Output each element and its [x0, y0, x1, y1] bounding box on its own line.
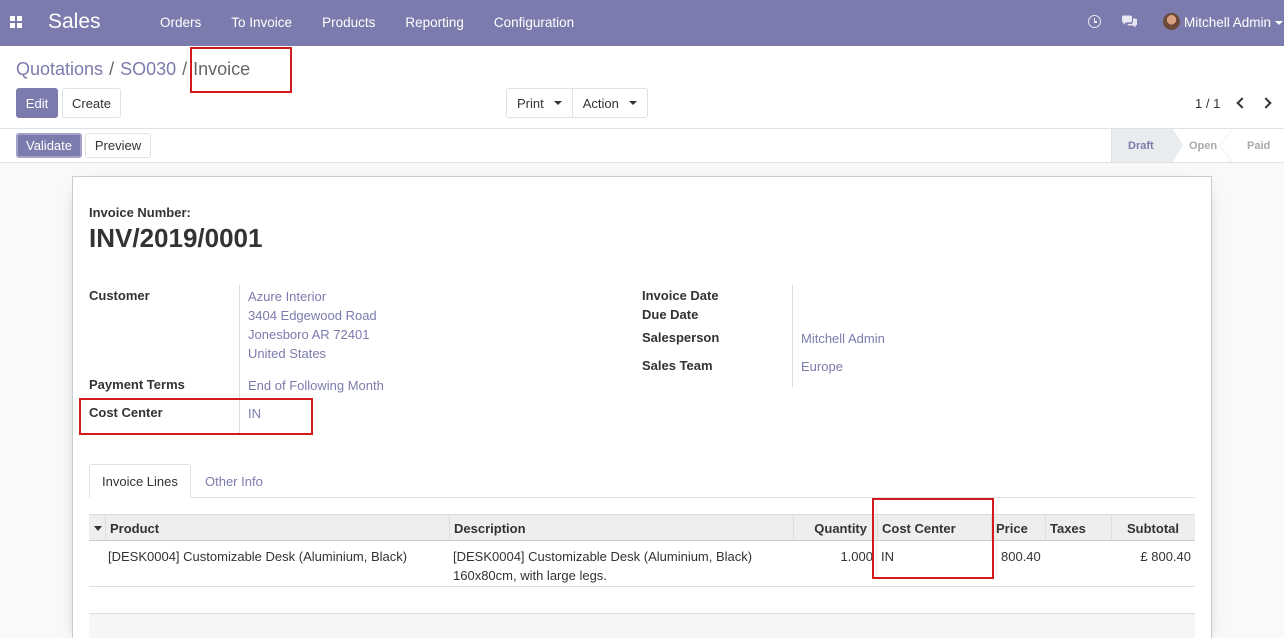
due-date-label: Due Date [642, 307, 699, 322]
menu-orders[interactable]: Orders [160, 15, 201, 30]
invoice-form-sheet: Invoice Number: INV/2019/0001 Customer A… [72, 176, 1212, 638]
breadcrumb-so030[interactable]: SO030 [120, 59, 176, 80]
cell-product: [DESK0004] Customizable Desk (Aluminium,… [108, 549, 408, 564]
menu-configuration[interactable]: Configuration [494, 15, 574, 30]
customer-city: Jonesboro AR 72401 [248, 327, 370, 342]
col-quantity[interactable]: Quantity [793, 515, 877, 541]
app-name[interactable]: Sales [48, 10, 101, 34]
table-row[interactable]: [DESK0004] Customizable Desk (Aluminium,… [89, 541, 1195, 587]
col-subtotal[interactable]: Subtotal [1111, 515, 1195, 541]
apps-menu-icon[interactable] [10, 16, 23, 28]
customer-address[interactable]: Azure Interior 3404 Edgewood Road Jonesb… [248, 287, 377, 363]
print-label: Print [517, 95, 544, 111]
form-statusbar: Validate Preview Draft Open Paid [0, 129, 1284, 163]
payment-terms-label: Payment Terms [89, 377, 185, 392]
caret-down-icon [553, 101, 562, 105]
label-divider [792, 285, 793, 387]
cell-subtotal: £ 800.40 [1140, 549, 1191, 564]
invoice-date-label: Invoice Date [642, 288, 719, 303]
highlight-box-breadcrumb [190, 47, 292, 93]
preview-button[interactable]: Preview [85, 133, 151, 158]
breadcrumb-separator: / [182, 59, 188, 79]
cell-price: 800.40 [1001, 549, 1041, 564]
action-dropdown[interactable]: Action [571, 89, 647, 117]
table-footer [89, 613, 1195, 638]
chevron-right-icon [1260, 97, 1272, 109]
sort-caret-icon[interactable] [94, 526, 102, 531]
menu-reporting[interactable]: Reporting [405, 15, 464, 30]
invoice-number-label: Invoice Number: [89, 205, 191, 220]
validate-button[interactable]: Validate [16, 133, 82, 158]
customer-country: United States [248, 346, 327, 361]
status-stages: Draft Open Paid [1111, 129, 1284, 162]
highlight-box-cost-center-column [872, 498, 994, 579]
action-button-group: Print Action [506, 88, 648, 118]
breadcrumb-separator: / [109, 59, 115, 79]
action-label: Action [582, 95, 619, 111]
highlight-box-cost-center [79, 398, 313, 435]
user-avatar[interactable] [1163, 13, 1180, 30]
col-price[interactable]: Price [991, 515, 1045, 541]
description-line-2: 160x80cm, with large legs. [453, 568, 607, 583]
pager-next-button[interactable] [1260, 96, 1275, 110]
sales-team-value[interactable]: Europe [801, 357, 843, 376]
print-dropdown[interactable]: Print [507, 89, 572, 117]
edit-button[interactable]: Edit [16, 88, 58, 118]
tab-other-info[interactable]: Other Info [193, 464, 275, 498]
pager-previous-button[interactable] [1234, 96, 1248, 110]
table-empty-row [89, 587, 1195, 613]
customer-name[interactable]: Azure Interior [248, 287, 377, 306]
cell-quantity: 1.000 [840, 549, 873, 564]
invoice-lines-table: Product Description Quantity Cost Center… [89, 514, 1195, 613]
caret-down-icon [628, 101, 637, 105]
chat-icon[interactable] [1121, 15, 1138, 28]
breadcrumb-quotations[interactable]: Quotations [16, 59, 103, 80]
table-header: Product Description Quantity Cost Center… [89, 514, 1195, 541]
salesperson-label: Salesperson [642, 330, 720, 345]
col-product[interactable]: Product [105, 515, 449, 541]
sales-team-label: Sales Team [642, 358, 713, 373]
activity-clock-icon[interactable] [1088, 15, 1101, 28]
tab-invoice-lines[interactable]: Invoice Lines [89, 464, 191, 498]
top-navbar: Sales Orders To Invoice Products Reporti… [0, 0, 1284, 46]
customer-label: Customer [89, 288, 150, 303]
stage-draft: Draft [1111, 129, 1183, 162]
menu-products[interactable]: Products [322, 15, 375, 30]
stage-paid: Paid [1247, 139, 1271, 152]
create-button[interactable]: Create [62, 88, 121, 118]
menu-to-invoice[interactable]: To Invoice [231, 15, 292, 30]
cell-description: [DESK0004] Customizable Desk (Aluminium,… [453, 547, 752, 585]
customer-street: 3404 Edgewood Road [248, 308, 377, 323]
pager-value[interactable]: 1 / 1 [1195, 96, 1220, 111]
chevron-left-icon [1236, 97, 1248, 109]
invoice-number: INV/2019/0001 [89, 223, 263, 253]
col-taxes[interactable]: Taxes [1045, 515, 1111, 541]
user-menu-caret-icon[interactable] [1275, 21, 1283, 25]
col-description[interactable]: Description [449, 515, 793, 541]
user-menu-name[interactable]: Mitchell Admin [1184, 15, 1271, 30]
notebook-tabs: Invoice Lines Other Info [89, 464, 1195, 498]
control-panel: Quotations / SO030 / Invoice Edit Create… [0, 46, 1284, 129]
payment-terms-value[interactable]: End of Following Month [248, 376, 384, 395]
salesperson-value[interactable]: Mitchell Admin [801, 329, 885, 348]
description-line-1: [DESK0004] Customizable Desk (Aluminium,… [453, 549, 753, 564]
main-menu: Orders To Invoice Products Reporting Con… [150, 15, 594, 30]
